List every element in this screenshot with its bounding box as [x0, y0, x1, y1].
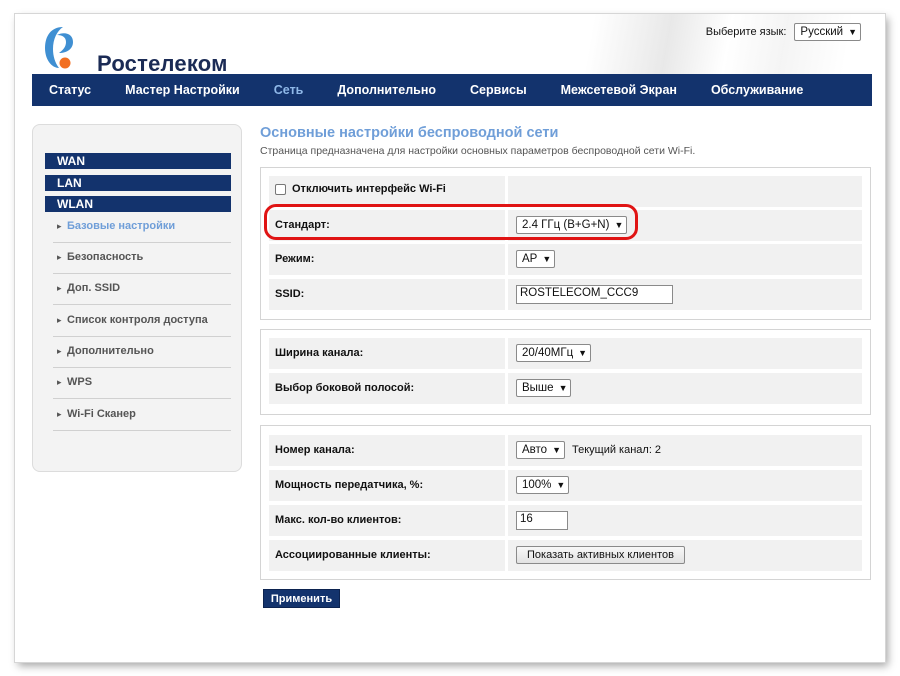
bullet-icon: ▸: [57, 315, 62, 325]
basic-settings-panel: Отключить интерфейс Wi-Fi Стандарт: 2.4 …: [260, 167, 871, 320]
current-channel-text: Текущий канал: 2: [571, 444, 662, 456]
ssid-label: SSID:: [275, 288, 305, 300]
sidebar-item-advanced[interactable]: ▸ Дополнительно: [53, 337, 231, 368]
sidebar-category-wlan[interactable]: WLAN: [45, 196, 231, 212]
nav-item-maintenance[interactable]: Обслуживание: [694, 83, 820, 97]
radio-settings-panel: Номер канала: Авто ▼ Текущий канал: 2 Мо…: [260, 425, 871, 580]
channel-width-value: 20/40МГц: [522, 347, 574, 359]
nav-item-network[interactable]: Сеть: [257, 83, 321, 97]
row-divider: [505, 176, 508, 207]
row-divider: [505, 470, 508, 501]
associated-clients-row: Ассоциированные клиенты: Показать активн…: [269, 540, 862, 571]
mode-select[interactable]: AP ▼: [516, 250, 556, 268]
bullet-icon: ▸: [57, 377, 62, 387]
main-nav: Статус Мастер Настройки Сеть Дополнитель…: [32, 74, 872, 106]
language-select[interactable]: Русский ▼: [794, 23, 861, 41]
ssid-input[interactable]: ROSTELECOM_CCC9: [516, 285, 673, 304]
ssid-row: SSID: ROSTELECOM_CCC9: [269, 279, 862, 310]
sidebar-item-label: Доп. SSID: [67, 282, 121, 294]
row-divider: [505, 338, 508, 369]
nav-item-services[interactable]: Сервисы: [453, 83, 544, 97]
sidebar-item-label: Дополнительно: [67, 345, 154, 357]
channel-width-label: Ширина канала:: [275, 347, 364, 359]
sidebar-item-label: Безопасность: [67, 251, 144, 263]
bullet-icon: ▸: [57, 283, 62, 293]
row-divider: [505, 244, 508, 275]
bullet-icon: ▸: [57, 346, 62, 356]
disable-wifi-control[interactable]: Отключить интерфейс Wi-Fi: [275, 183, 446, 195]
max-clients-label: Макс. кол-во клиентов:: [275, 514, 402, 526]
row-divider: [505, 505, 508, 536]
apply-button[interactable]: Применить: [263, 589, 340, 608]
language-label: Выберите язык:: [705, 26, 787, 38]
disable-wifi-checkbox[interactable]: [275, 183, 286, 195]
router-web-ui: Ростелеком Выберите язык: Русский ▼ Стат…: [15, 14, 885, 662]
disable-wifi-label: Отключить интерфейс Wi-Fi: [292, 183, 446, 195]
channel-row: Номер канала: Авто ▼ Текущий канал: 2: [269, 435, 862, 466]
channel-width-row: Ширина канала: 20/40МГц ▼: [269, 338, 862, 369]
sidebar-item-security[interactable]: ▸ Безопасность: [53, 243, 231, 274]
page-title: Основные настройки беспроводной сети: [260, 125, 559, 141]
channel-select[interactable]: Авто ▼: [516, 441, 565, 459]
sidebar-item-label: Wi-Fi Сканер: [67, 408, 136, 420]
chevron-down-icon: ▼: [848, 26, 857, 37]
mode-row: Режим: AP ▼: [269, 244, 862, 275]
sidebar-item-label: WPS: [67, 376, 93, 388]
channel-label: Номер канала:: [275, 444, 355, 456]
sidebar-item-access-control[interactable]: ▸ Список контроля доступа: [53, 306, 231, 337]
sideband-label: Выбор боковой полосой:: [275, 382, 415, 394]
language-value: Русский: [800, 26, 844, 38]
rostelecom-logo: Ростелеком: [41, 23, 227, 76]
page-description: Страница предназначена для настройки осн…: [260, 145, 696, 157]
max-clients-input[interactable]: 16: [516, 511, 568, 530]
chevron-down-icon: ▼: [556, 479, 566, 490]
mode-label: Режим:: [275, 253, 315, 265]
nav-item-firewall[interactable]: Межсетевой Экран: [544, 83, 694, 97]
bullet-icon: ▸: [57, 409, 62, 419]
channel-width-select[interactable]: 20/40МГц ▼: [516, 344, 592, 362]
sidebar: WAN LAN WLAN ▸ Базовые настройки ▸ Безоп…: [32, 124, 242, 472]
sidebar-category-lan[interactable]: LAN: [45, 175, 231, 191]
sidebar-item-wifi-scanner[interactable]: ▸ Wi-Fi Сканер: [53, 400, 231, 431]
max-clients-row: Макс. кол-во клиентов: 16: [269, 505, 862, 536]
disable-wifi-row: Отключить интерфейс Wi-Fi: [269, 176, 862, 207]
sideband-value: Выше: [522, 382, 554, 394]
channel-value: Авто: [522, 444, 548, 456]
sidebar-item-label: Список контроля доступа: [67, 314, 208, 326]
sidebar-category-wan[interactable]: WAN: [45, 153, 231, 169]
sidebar-item-label: Базовые настройки: [67, 220, 176, 232]
associated-clients-label: Ассоциированные клиенты:: [275, 549, 431, 561]
nav-item-advanced[interactable]: Дополнительно: [320, 83, 453, 97]
chevron-down-icon: ▼: [552, 444, 561, 455]
row-divider: [505, 435, 508, 466]
nav-item-status[interactable]: Статус: [32, 83, 108, 97]
row-divider: [505, 540, 508, 571]
mode-value: AP: [522, 253, 538, 265]
tx-power-label: Мощность передатчика, %:: [275, 479, 424, 491]
tx-power-select[interactable]: 100% ▼: [516, 476, 570, 494]
chevron-down-icon: ▼: [558, 382, 568, 393]
show-active-clients-button[interactable]: Показать активных клиентов: [516, 546, 686, 564]
language-selector: Выберите язык: Русский ▼: [706, 23, 861, 41]
sidebar-item-extra-ssid[interactable]: ▸ Доп. SSID: [53, 274, 231, 305]
bullet-icon: ▸: [57, 252, 62, 262]
row-divider: [505, 279, 508, 310]
sideband-select[interactable]: Выше ▼: [516, 379, 572, 397]
chevron-down-icon: ▼: [578, 347, 588, 358]
sidebar-item-basic-settings[interactable]: ▸ Базовые настройки: [53, 212, 231, 243]
highlight-annotation: [264, 204, 638, 240]
sidebar-item-wps[interactable]: ▸ WPS: [53, 368, 231, 399]
sideband-row: Выбор боковой полосой: Выше ▼: [269, 373, 862, 404]
tx-power-row: Мощность передатчика, %: 100% ▼: [269, 470, 862, 501]
chevron-down-icon: ▼: [542, 253, 552, 264]
logo-mark-icon: [45, 27, 73, 69]
tx-power-value: 100%: [522, 479, 552, 491]
channel-width-panel: Ширина канала: 20/40МГц ▼ Выбор боковой …: [260, 329, 871, 415]
nav-item-setup-wizard[interactable]: Мастер Настройки: [108, 83, 257, 97]
bullet-icon: ▸: [57, 221, 62, 231]
row-divider: [505, 373, 508, 404]
